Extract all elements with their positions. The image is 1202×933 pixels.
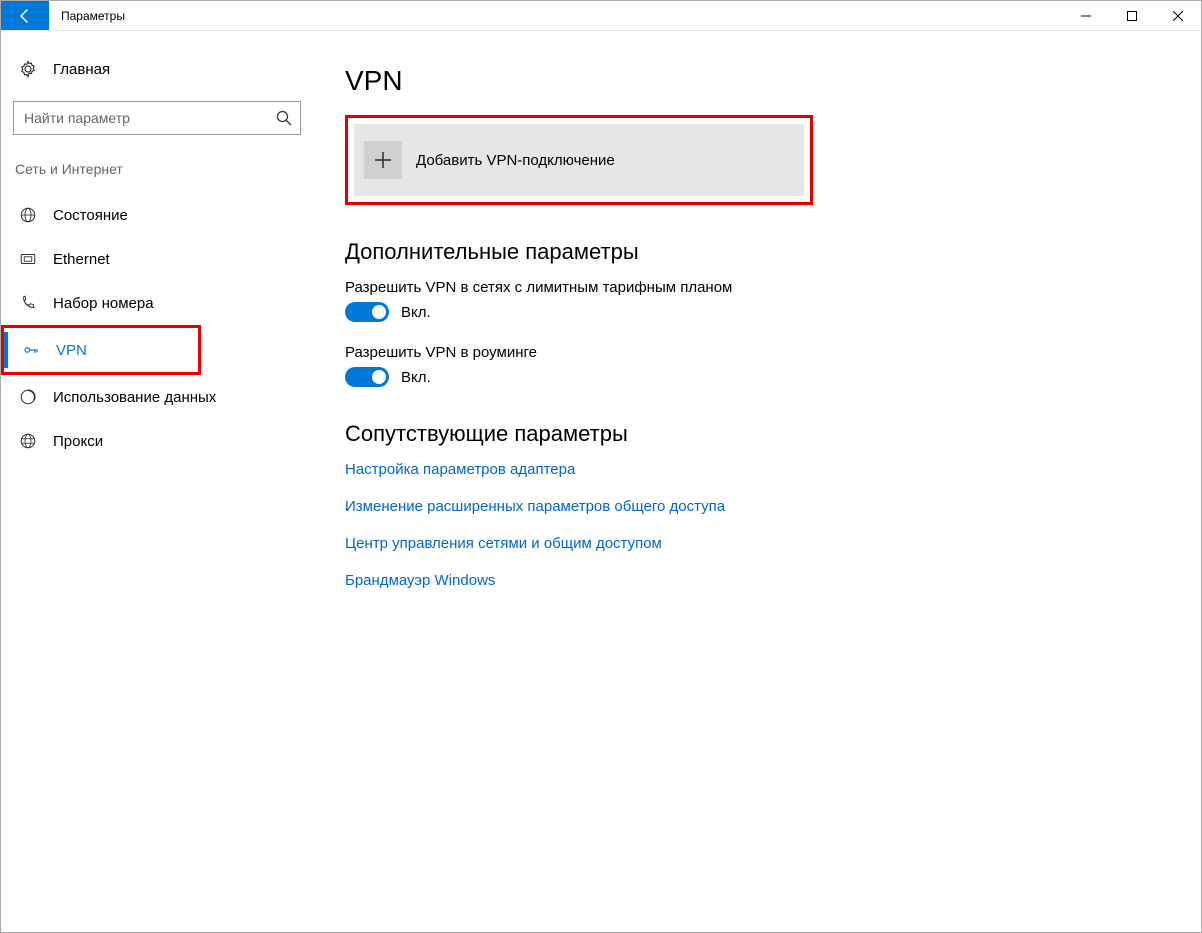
- ethernet-icon: [19, 250, 37, 268]
- sidebar-home[interactable]: Главная: [1, 49, 313, 89]
- toggle-metered[interactable]: [345, 302, 389, 322]
- sidebar-item-label: Прокси: [53, 433, 103, 450]
- sidebar-item-ethernet[interactable]: Ethernet: [1, 237, 313, 281]
- plus-icon: [373, 150, 393, 170]
- maximize-button[interactable]: [1109, 1, 1155, 30]
- toggle-roaming[interactable]: [345, 367, 389, 387]
- window-title: Параметры: [49, 1, 125, 30]
- add-vpn-label: Добавить VPN-подключение: [416, 152, 615, 169]
- link-adapter-settings[interactable]: Настройка параметров адаптера: [345, 461, 1177, 478]
- vpn-icon: [22, 341, 40, 359]
- add-vpn-button[interactable]: Добавить VPN-подключение: [354, 124, 804, 196]
- link-advanced-sharing[interactable]: Изменение расширенных параметров общего …: [345, 498, 1177, 515]
- sidebar-item-data-usage[interactable]: Использование данных: [1, 375, 313, 419]
- data-usage-icon: [19, 388, 37, 406]
- plus-tile: [364, 141, 402, 179]
- minimize-icon: [1081, 11, 1091, 21]
- sidebar-section-label: Сеть и Интернет: [1, 143, 313, 187]
- sidebar-home-label: Главная: [53, 61, 110, 78]
- toggle-roaming-state: Вкл.: [401, 369, 431, 386]
- setting-metered-label: Разрешить VPN в сетях с лимитным тарифны…: [345, 279, 1177, 296]
- link-network-sharing-center[interactable]: Центр управления сетями и общим доступом: [345, 535, 1177, 552]
- main-content: VPN Добавить VPN-подключение Дополнитель…: [313, 31, 1201, 932]
- advanced-heading: Дополнительные параметры: [345, 239, 1177, 265]
- close-button[interactable]: [1155, 1, 1201, 30]
- sidebar-item-label: Набор номера: [53, 295, 154, 312]
- titlebar: Параметры: [1, 1, 1201, 31]
- toggle-metered-state: Вкл.: [401, 304, 431, 321]
- annotation-highlight-add: Добавить VPN-подключение: [345, 115, 813, 205]
- sidebar-item-vpn[interactable]: VPN: [4, 328, 192, 372]
- gear-icon: [19, 60, 37, 78]
- sidebar-item-status[interactable]: Состояние: [1, 193, 313, 237]
- close-icon: [1173, 11, 1183, 21]
- globe-icon: [19, 206, 37, 224]
- sidebar-item-label: Использование данных: [53, 389, 216, 406]
- settings-window: Параметры Главная: [0, 0, 1202, 933]
- window-controls: [1063, 1, 1201, 30]
- related-heading: Сопутствующие параметры: [345, 421, 1177, 447]
- phone-icon: [19, 294, 37, 312]
- sidebar-item-label: VPN: [56, 342, 87, 359]
- minimize-button[interactable]: [1063, 1, 1109, 30]
- page-heading: VPN: [345, 65, 1177, 97]
- sidebar: Главная Сеть и Интернет Состояние Ethern…: [1, 31, 313, 932]
- proxy-icon: [19, 432, 37, 450]
- maximize-icon: [1127, 11, 1137, 21]
- annotation-highlight-vpn: VPN: [1, 325, 201, 375]
- sidebar-item-label: Ethernet: [53, 251, 110, 268]
- search-input[interactable]: [14, 102, 300, 134]
- sidebar-item-proxy[interactable]: Прокси: [1, 419, 313, 463]
- setting-roaming-label: Разрешить VPN в роуминге: [345, 344, 1177, 361]
- back-button[interactable]: [1, 1, 49, 30]
- search-icon: [276, 110, 292, 126]
- sidebar-item-label: Состояние: [53, 207, 128, 224]
- search-box[interactable]: [13, 101, 301, 135]
- arrow-left-icon: [17, 8, 33, 24]
- sidebar-item-dialup[interactable]: Набор номера: [1, 281, 313, 325]
- link-windows-firewall[interactable]: Брандмауэр Windows: [345, 572, 1177, 589]
